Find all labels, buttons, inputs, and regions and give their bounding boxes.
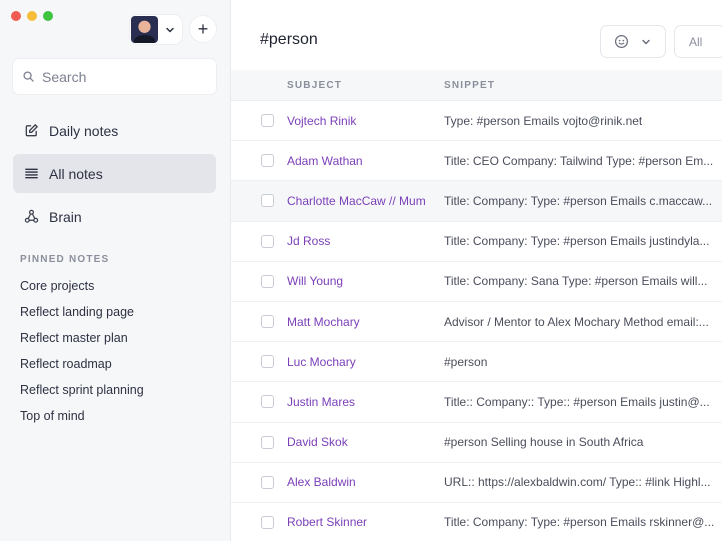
pinned-notes-heading: PINNED NOTES xyxy=(20,254,110,265)
column-header-subject[interactable]: SUBJECT xyxy=(287,80,444,91)
row-checkbox[interactable] xyxy=(261,515,274,529)
page-title: #person xyxy=(260,31,318,48)
row-checkbox[interactable] xyxy=(261,154,274,168)
row-checkbox[interactable] xyxy=(261,274,274,288)
pinned-notes-list: Core projects Reflect landing page Refle… xyxy=(20,276,144,432)
pinned-note-item[interactable]: Reflect roadmap xyxy=(20,354,144,380)
table-row[interactable]: Justin Mares Title:: Company:: Type:: #pe… xyxy=(231,382,722,423)
pencil-square-icon xyxy=(25,124,38,137)
table-row[interactable]: Vojtech Rinik Type: #person Emails vojto@… xyxy=(231,101,722,142)
filter-all-button[interactable]: All xyxy=(675,26,722,57)
maximize-window-button[interactable] xyxy=(43,11,53,21)
note-subject-link[interactable]: Jd Ross xyxy=(287,234,444,248)
table-row[interactable]: Alex Baldwin URL:: https://alexbaldwin.co… xyxy=(231,463,722,503)
sidebar-item-daily-notes[interactable]: Daily notes xyxy=(13,111,216,150)
note-snippet: #person Selling house in South Africa xyxy=(444,435,644,450)
sidebar-item-brain[interactable]: Brain xyxy=(13,197,216,236)
row-checkbox[interactable] xyxy=(261,194,274,208)
note-snippet: URL:: https://alexbaldwin.com/ Type:: #l… xyxy=(444,475,711,490)
chevron-down-icon xyxy=(166,27,174,32)
note-snippet: Title: Company: Type: #person Emails rsk… xyxy=(444,515,715,530)
note-snippet: #person xyxy=(444,354,488,369)
pinned-note-item[interactable]: Reflect sprint planning xyxy=(20,380,144,406)
notes-table: SUBJECT SNIPPET Vojtech Rinik Type: #pers… xyxy=(231,70,722,541)
window-controls xyxy=(11,11,53,21)
app-window: + Daily notes All notes xyxy=(0,0,722,541)
table-row[interactable]: Jd Ross Title: Company: Type: #person Ema… xyxy=(231,222,722,262)
note-snippet: Title: Company: Sana Type: #person Email… xyxy=(444,274,708,289)
note-snippet: Advisor / Mentor to Alex Mochary Method … xyxy=(444,314,709,329)
note-snippet: Title: CEO Company: Tailwind Type: #pers… xyxy=(444,153,714,168)
avatar xyxy=(131,16,158,43)
note-snippet: Title: Company: Type: #person Emails jus… xyxy=(444,234,710,249)
note-subject-link[interactable]: Robert Skinner xyxy=(287,515,444,529)
note-subject-link[interactable]: Matt Mochary xyxy=(287,315,444,329)
sidebar-item-all-notes[interactable]: All notes xyxy=(13,154,216,193)
row-checkbox[interactable] xyxy=(261,435,274,449)
row-checkbox[interactable] xyxy=(261,315,274,329)
row-checkbox[interactable] xyxy=(261,355,274,369)
note-subject-link[interactable]: Charlotte MacCaw // Mum xyxy=(287,194,444,208)
graph-nodes-icon xyxy=(24,209,39,223)
note-subject-link[interactable]: Justin Mares xyxy=(287,395,444,409)
table-header: SUBJECT SNIPPET xyxy=(231,70,722,101)
search-box[interactable] xyxy=(13,59,216,94)
note-subject-link[interactable]: Luc Mochary xyxy=(287,355,444,369)
minimize-window-button[interactable] xyxy=(27,11,37,21)
table-row[interactable]: Will Young Title: Company: Sana Type: #pe… xyxy=(231,262,722,302)
pinned-note-item[interactable]: Core projects xyxy=(20,276,144,302)
search-input[interactable] xyxy=(42,68,192,85)
pinned-note-item[interactable]: Top of mind xyxy=(20,406,144,432)
note-subject-link[interactable]: Vojtech Rinik xyxy=(287,114,444,128)
note-snippet: Type: #person Emails vojto@rinik.net xyxy=(444,113,643,128)
row-checkbox[interactable] xyxy=(261,114,274,128)
row-checkbox[interactable] xyxy=(261,475,274,489)
note-snippet: Title: Company: Type: #person Emails c.m… xyxy=(444,193,713,208)
note-subject-link[interactable]: David Skok xyxy=(287,435,444,449)
table-row[interactable]: Matt Mochary Advisor / Mentor to Alex Moc… xyxy=(231,302,722,343)
sidebar-item-label: All notes xyxy=(49,165,103,182)
pinned-note-item[interactable]: Reflect landing page xyxy=(20,302,144,328)
smiley-icon xyxy=(614,34,629,49)
row-checkbox[interactable] xyxy=(261,395,274,409)
chevron-down-icon xyxy=(642,39,650,44)
new-note-button[interactable]: + xyxy=(190,16,216,42)
search-icon xyxy=(23,71,34,82)
row-checkbox[interactable] xyxy=(261,234,274,248)
sidebar-item-label: Brain xyxy=(49,208,82,225)
table-row[interactable]: Robert Skinner Title: Company: Type: #per… xyxy=(231,503,722,541)
column-header-snippet[interactable]: SNIPPET xyxy=(444,80,495,91)
emoji-picker-button[interactable] xyxy=(601,26,665,57)
table-row[interactable]: Charlotte MacCaw // Mum Title: Company: T… xyxy=(231,181,722,222)
account-switcher[interactable] xyxy=(130,15,182,44)
sidebar: + Daily notes All notes xyxy=(0,0,231,541)
table-row[interactable]: David Skok #person Selling house in South… xyxy=(231,423,722,463)
main-panel: #person All SUBJECT SNIPPET Vojtech Rini… xyxy=(231,0,722,541)
note-subject-link[interactable]: Adam Wathan xyxy=(287,154,444,168)
note-snippet: Title:: Company:: Type:: #person Emails … xyxy=(444,394,710,409)
table-row[interactable]: Adam Wathan Title: CEO Company: Tailwind … xyxy=(231,141,722,182)
pinned-note-item[interactable]: Reflect master plan xyxy=(20,328,144,354)
note-subject-link[interactable]: Alex Baldwin xyxy=(287,475,444,489)
sidebar-nav: Daily notes All notes Brain xyxy=(13,111,216,240)
close-window-button[interactable] xyxy=(11,11,21,21)
sidebar-item-label: Daily notes xyxy=(49,122,119,139)
list-lines-icon xyxy=(25,168,38,179)
table-row[interactable]: Luc Mochary #person xyxy=(231,342,722,383)
note-subject-link[interactable]: Will Young xyxy=(287,274,444,288)
table-body: Vojtech Rinik Type: #person Emails vojto@… xyxy=(231,101,722,541)
